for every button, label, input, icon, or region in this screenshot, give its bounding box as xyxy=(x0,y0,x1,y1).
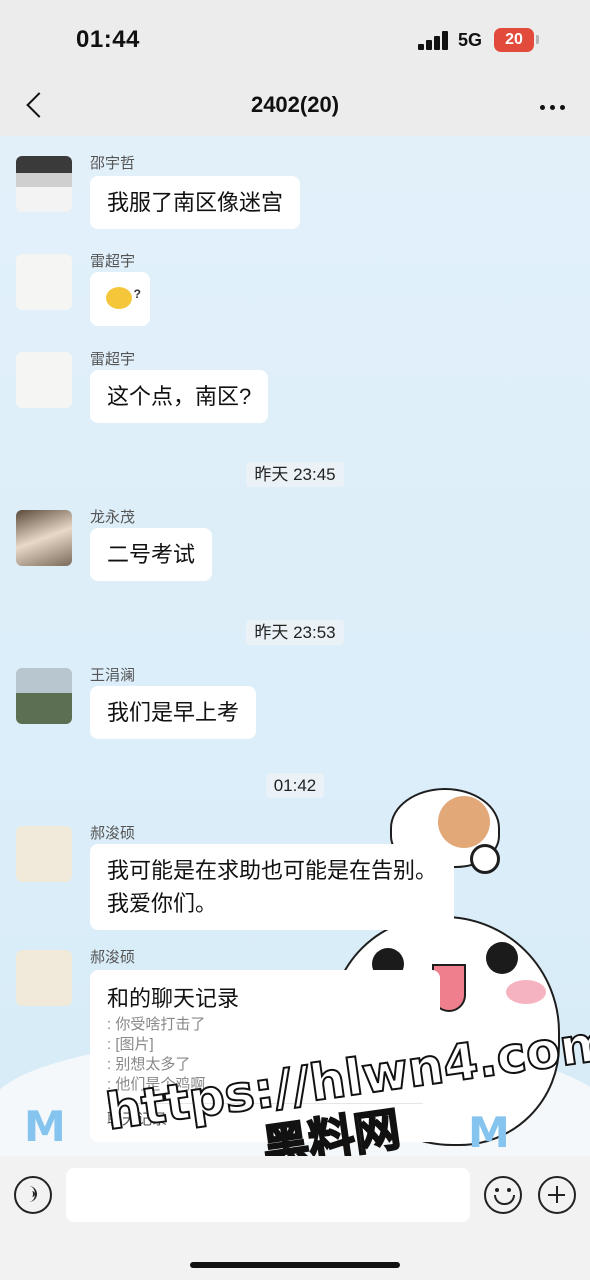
avatar[interactable] xyxy=(16,352,72,408)
message-row: 龙永茂 二号考试 xyxy=(0,509,590,590)
chat-area[interactable]: M M 邵宇哲 我服了南区像迷宫 雷超宇 雷超宇 这个点，南区? 昨天 23:4… xyxy=(0,136,590,1156)
message-line: 我可能是在求助也可能是在告别。 xyxy=(107,858,438,883)
sender-name: 雷超宇 xyxy=(90,351,136,368)
message-bubble[interactable]: 我们是早上考 xyxy=(90,686,257,739)
sender-name: 雷超宇 xyxy=(90,253,136,270)
confused-face-emoji-icon xyxy=(106,278,141,311)
sender-name: 邵宇哲 xyxy=(90,155,136,172)
chat-record-line: : 你受啥打击了 xyxy=(107,1016,206,1033)
avatar[interactable] xyxy=(16,826,72,882)
message-row: 雷超宇 xyxy=(0,253,590,334)
signal-bars-icon xyxy=(418,30,450,50)
message-row: 雷超宇 这个点，南区? xyxy=(0,351,590,432)
message-row: 郝浚硕 我可能是在求助也可能是在告别。 我爱你们。 xyxy=(0,825,590,936)
avatar[interactable] xyxy=(16,950,72,1006)
home-indicator xyxy=(190,1262,400,1268)
sender-name: 王涓澜 xyxy=(90,667,136,684)
sender-name: 郝浚硕 xyxy=(90,949,136,966)
sender-name: 龙永茂 xyxy=(90,509,136,526)
battery-icon: 20 xyxy=(494,28,534,52)
voice-icon[interactable] xyxy=(14,1176,52,1214)
message-bubble[interactable]: 二号考试 xyxy=(90,528,213,581)
avatar[interactable] xyxy=(16,668,72,724)
nav-bar: 2402(20) xyxy=(0,78,590,136)
message-bubble[interactable]: 我可能是在求助也可能是在告别。 我爱你们。 xyxy=(90,844,455,930)
status-bar: 01:44 5G 20 xyxy=(0,0,590,78)
message-input[interactable] xyxy=(66,1168,470,1222)
message-bubble[interactable] xyxy=(90,272,150,326)
sender-name: 郝浚硕 xyxy=(90,825,136,842)
timestamp: 昨天 23:53 xyxy=(0,618,590,645)
message-line: 我爱你们。 xyxy=(107,891,218,916)
emoji-icon[interactable] xyxy=(484,1176,522,1214)
message-row: 邵宇哲 我服了南区像迷宫 xyxy=(0,155,590,236)
chat-record-title: 和的聊天记录 xyxy=(107,986,240,1011)
timestamp: 01:42 xyxy=(0,773,590,798)
message-bubble[interactable]: 我服了南区像迷宫 xyxy=(90,176,301,229)
avatar[interactable] xyxy=(16,156,72,212)
chat-title: 2402(20) xyxy=(250,92,340,117)
battery-cap xyxy=(536,35,539,44)
message-bubble[interactable]: 这个点，南区? xyxy=(90,370,269,423)
timestamp: 昨天 23:45 xyxy=(0,460,590,487)
plus-icon[interactable] xyxy=(538,1176,576,1214)
avatar[interactable] xyxy=(16,254,72,310)
avatar[interactable] xyxy=(16,510,72,566)
status-time: 01:44 xyxy=(76,26,140,53)
network-label: 5G xyxy=(458,30,483,50)
ellipsis-icon[interactable] xyxy=(532,92,572,122)
message-row: 王涓澜 我们是早上考 xyxy=(0,667,590,748)
